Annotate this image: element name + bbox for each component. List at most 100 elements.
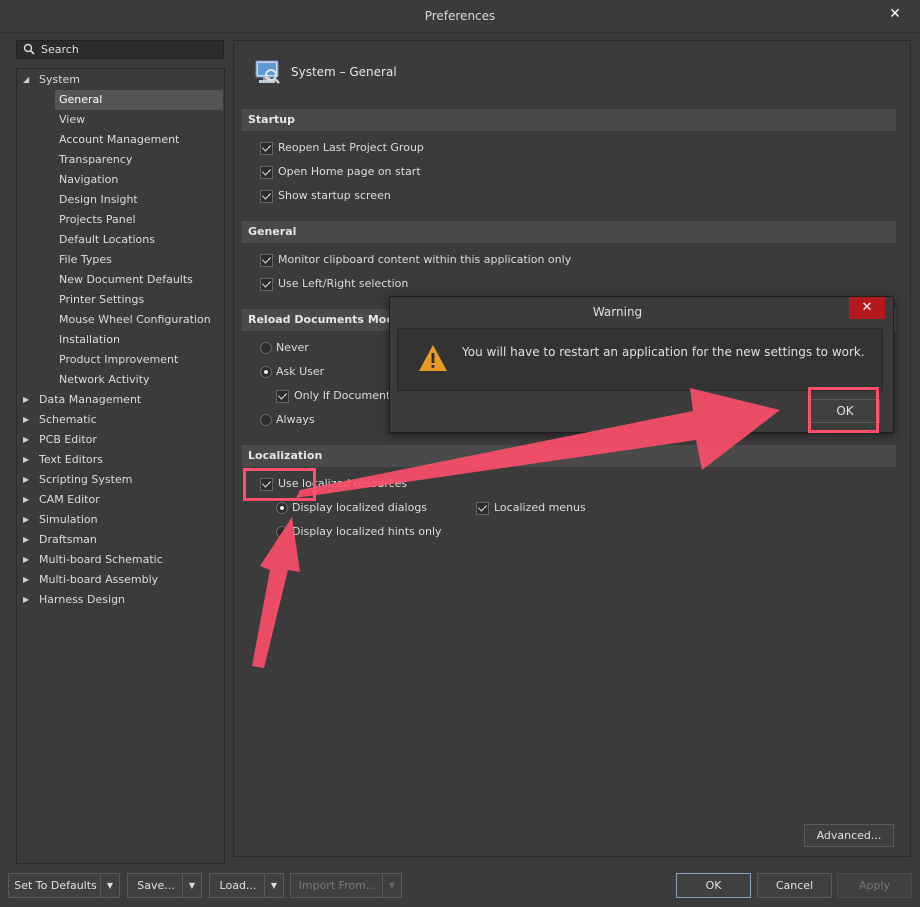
- tree-node-label: System: [39, 73, 81, 86]
- tree-node-cam-editor[interactable]: ▶ CAM Editor: [17, 490, 217, 510]
- button-label: Set To Defaults: [14, 879, 97, 892]
- tree-item-account-management[interactable]: Account Management: [55, 130, 223, 150]
- tree-item-view[interactable]: View: [55, 110, 223, 130]
- chevron-right-icon[interactable]: ▶: [23, 390, 33, 410]
- tree-node-label: Draftsman: [39, 533, 97, 546]
- cancel-button[interactable]: Cancel: [757, 873, 832, 898]
- tree-item-design-insight[interactable]: Design Insight: [55, 190, 223, 210]
- tree-node-multi-board-schematic[interactable]: ▶ Multi-board Schematic: [17, 550, 217, 570]
- preferences-tree: ◢ System General View Account Management Tr…: [16, 68, 225, 864]
- annotation-highlight-ok: [808, 387, 879, 433]
- chevron-right-icon[interactable]: ▶: [23, 570, 33, 590]
- chevron-down-icon[interactable]: ◢: [23, 70, 33, 90]
- monitor-clipboard-checkbox[interactable]: [260, 254, 273, 267]
- tree-item-product-improvement[interactable]: Product Improvement: [55, 350, 223, 370]
- dropdown-arrow-icon[interactable]: ▼: [264, 874, 283, 897]
- save-button[interactable]: Save... ▼: [127, 873, 202, 898]
- dropdown-arrow-icon[interactable]: ▼: [382, 874, 401, 897]
- reload-never-radio[interactable]: [260, 342, 272, 354]
- search-placeholder: Search: [41, 43, 79, 56]
- dropdown-arrow-icon[interactable]: ▼: [100, 874, 119, 897]
- chevron-right-icon[interactable]: ▶: [23, 450, 33, 470]
- reload-ask-user-radio[interactable]: [260, 366, 272, 378]
- section-header: General: [248, 225, 297, 238]
- search-input[interactable]: Search: [16, 40, 224, 59]
- warning-icon: [419, 345, 447, 371]
- import-from-button[interactable]: Import From... ▼: [290, 873, 402, 898]
- tree-item-navigation[interactable]: Navigation: [55, 170, 223, 190]
- left-right-selection-checkbox[interactable]: [260, 278, 273, 291]
- apply-button[interactable]: Apply: [837, 873, 912, 898]
- tree-node-pcb-editor[interactable]: ▶ PCB Editor: [17, 430, 217, 450]
- tree-node-schematic[interactable]: ▶ Schematic: [17, 410, 217, 430]
- section-localization: Localization: [242, 445, 896, 467]
- tree-item-file-types[interactable]: File Types: [55, 250, 223, 270]
- settings-panel: System – General Startup Reopen Last Pro…: [233, 40, 911, 857]
- section-header: Startup: [248, 113, 295, 126]
- chevron-right-icon[interactable]: ▶: [23, 510, 33, 530]
- chevron-right-icon[interactable]: ▶: [23, 550, 33, 570]
- set-to-defaults-button[interactable]: Set To Defaults ▼: [8, 873, 120, 898]
- ok-button[interactable]: OK: [676, 873, 751, 898]
- chevron-right-icon[interactable]: ▶: [23, 490, 33, 510]
- display-localized-dialogs-radio[interactable]: [276, 502, 288, 514]
- checkbox-label: Localized menus: [494, 501, 586, 514]
- tree-node-label: Multi-board Assembly: [39, 573, 159, 586]
- button-label: Load...: [219, 879, 257, 892]
- chevron-right-icon[interactable]: ▶: [23, 470, 33, 490]
- chevron-right-icon[interactable]: ▶: [23, 410, 33, 430]
- tree-node-label: Simulation: [39, 513, 98, 526]
- load-button[interactable]: Load... ▼: [209, 873, 284, 898]
- chevron-right-icon[interactable]: ▶: [23, 430, 33, 450]
- tree-item-mouse-wheel-configuration[interactable]: Mouse Wheel Configuration: [55, 310, 223, 330]
- checkbox-label: Monitor clipboard content within this ap…: [278, 253, 572, 266]
- dropdown-arrow-icon[interactable]: ▼: [182, 874, 201, 897]
- annotation-highlight-checkbox: [243, 468, 316, 501]
- window-title: Preferences: [424, 9, 496, 23]
- open-home-page-checkbox[interactable]: [260, 166, 273, 179]
- tree-node-draftsman[interactable]: ▶ Draftsman: [17, 530, 217, 550]
- close-icon[interactable]: ✕: [886, 5, 904, 23]
- tree-node-label: Text Editors: [39, 453, 104, 466]
- checkbox-label: Reopen Last Project Group: [278, 141, 424, 154]
- chevron-right-icon[interactable]: ▶: [23, 530, 33, 550]
- show-startup-screen-checkbox[interactable]: [260, 190, 273, 203]
- tree-item-network-activity[interactable]: Network Activity: [55, 370, 223, 390]
- tree-node-label: CAM Editor: [39, 493, 100, 506]
- advanced-button[interactable]: Advanced...: [804, 824, 894, 847]
- close-icon[interactable]: ✕: [849, 297, 885, 319]
- tree-item-general[interactable]: General: [55, 90, 223, 110]
- reload-always-radio[interactable]: [260, 414, 272, 426]
- radio-label: Ask User: [276, 365, 325, 378]
- tree-node-data-management[interactable]: ▶ Data Management: [17, 390, 217, 410]
- tree-node-label: Scripting System: [39, 473, 133, 486]
- tree-node-label: Multi-board Schematic: [39, 553, 163, 566]
- reopen-last-project-checkbox[interactable]: [260, 142, 273, 155]
- only-if-document-checkbox[interactable]: [276, 390, 289, 403]
- tree-item-installation[interactable]: Installation: [55, 330, 223, 350]
- tree-item-printer-settings[interactable]: Printer Settings: [55, 290, 223, 310]
- checkbox-label: Use Left/Right selection: [278, 277, 409, 290]
- tree-node-label: Harness Design: [39, 593, 126, 606]
- tree-node-text-editors[interactable]: ▶ Text Editors: [17, 450, 217, 470]
- tree-node-label: PCB Editor: [39, 433, 97, 446]
- tree-node-multi-board-assembly[interactable]: ▶ Multi-board Assembly: [17, 570, 217, 590]
- button-label: Save...: [137, 879, 175, 892]
- tree-node-label: Schematic: [39, 413, 97, 426]
- chevron-right-icon[interactable]: ▶: [23, 590, 33, 610]
- tree-node-simulation[interactable]: ▶ Simulation: [17, 510, 217, 530]
- tree-item-default-locations[interactable]: Default Locations: [55, 230, 223, 250]
- tree-item-projects-panel[interactable]: Projects Panel: [55, 210, 223, 230]
- tree-item-new-document-defaults[interactable]: New Document Defaults: [55, 270, 223, 290]
- dialog-message: You will have to restart an application …: [462, 345, 865, 359]
- localized-menus-checkbox[interactable]: [476, 502, 489, 515]
- radio-label: Always: [276, 413, 315, 426]
- page-title: System – General: [291, 65, 397, 79]
- section-header: Localization: [248, 449, 323, 462]
- tree-node-harness-design[interactable]: ▶ Harness Design: [17, 590, 217, 610]
- radio-label: Display localized dialogs: [292, 501, 428, 514]
- tree-node-system[interactable]: ◢ System: [17, 70, 217, 90]
- tree-item-transparency[interactable]: Transparency: [55, 150, 223, 170]
- tree-node-scripting-system[interactable]: ▶ Scripting System: [17, 470, 217, 490]
- display-localized-hints-radio[interactable]: [276, 526, 288, 538]
